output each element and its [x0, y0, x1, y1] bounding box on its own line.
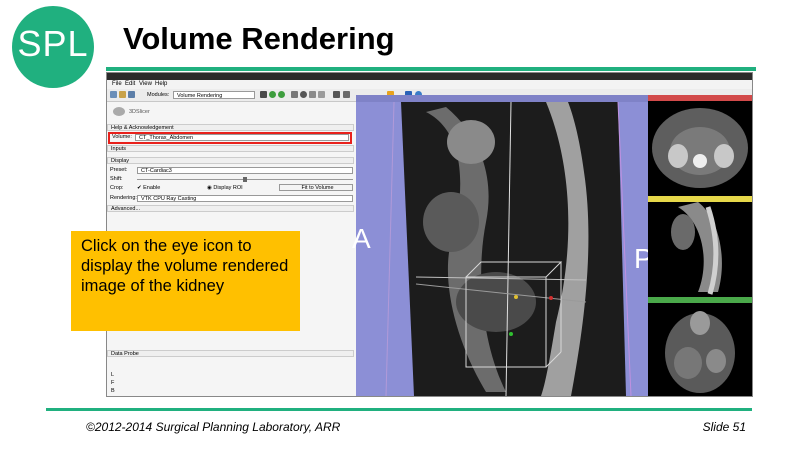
window-titlebar [107, 73, 752, 80]
red-slice-view[interactable] [648, 101, 752, 195]
data-probe-label: Data Probe [111, 351, 139, 357]
grid-icon[interactable] [309, 91, 316, 98]
green-slice-view[interactable] [648, 303, 752, 396]
mouse-mode-icon[interactable] [333, 91, 340, 98]
sphere-icon[interactable] [300, 91, 307, 98]
bottom-divider [46, 408, 752, 411]
display-roi-label: Display ROI [213, 185, 243, 191]
menu-bar: File Edit View Help [107, 80, 752, 89]
rendering-label: Rendering: [110, 195, 137, 201]
shift-label: Shift: [110, 176, 123, 182]
rendering-selector-value: VTK CPU Ray Casting [141, 196, 197, 202]
slide-title: Volume Rendering [123, 21, 395, 56]
3d-view[interactable] [356, 101, 648, 396]
dcm-icon[interactable] [119, 91, 126, 98]
volume-highlight-box [108, 132, 352, 144]
spl-logo: SPL [12, 6, 94, 88]
crop-enable-label: Enable [143, 185, 161, 191]
slide-number: Slide 51 [702, 420, 746, 434]
modules-label: Modules: [147, 92, 170, 98]
inputs-section-label: Inputs [111, 146, 126, 152]
orientation-label-a: A [352, 223, 371, 254]
menu-help[interactable]: Help [155, 81, 167, 87]
orientation-l: L [111, 372, 115, 378]
module-selector[interactable]: Volume Rendering [173, 91, 255, 99]
back-icon[interactable] [269, 91, 276, 98]
menu-view[interactable]: View [139, 81, 152, 87]
help-section[interactable]: Help & Acknowledgement [107, 124, 354, 131]
forward-icon[interactable] [278, 91, 285, 98]
copyright-footer: ©2012-2014 Surgical Planning Laboratory,… [86, 420, 341, 434]
display-section-label: Display [111, 158, 130, 164]
crop-enable-checkbox[interactable]: ✔ Enable [137, 185, 160, 192]
rendering-selector[interactable]: VTK CPU Ray Casting [137, 195, 353, 202]
display-section[interactable]: Display [107, 157, 354, 164]
module-selector-value: Volume Rendering [177, 93, 223, 99]
crosshair-icon[interactable] [318, 91, 325, 98]
slice-views [648, 95, 752, 396]
slicer-logo-icon [113, 107, 125, 116]
history-icon[interactable] [260, 91, 267, 98]
save-icon[interactable] [128, 91, 135, 98]
fit-to-volume-button[interactable]: Fit to Volume [279, 184, 353, 191]
preset-selector[interactable]: CT-Cardiac3 [137, 167, 353, 174]
display-roi-toggle[interactable]: ◉ Display ROI [207, 185, 243, 192]
eye-icon[interactable]: ◉ [207, 185, 212, 191]
yellow-slice-view[interactable] [648, 202, 752, 296]
orientation-f: F [111, 380, 115, 386]
orientation-b: B [111, 388, 115, 394]
3d-view-bar [356, 95, 648, 102]
menu-file[interactable]: File [112, 81, 122, 87]
shift-slider-handle[interactable] [243, 177, 247, 182]
crop-label: Crop: [110, 185, 124, 191]
advanced-section-label: Advanced... [111, 206, 141, 212]
load-data-icon[interactable] [110, 91, 117, 98]
callout-box: Click on the eye icon to display the vol… [71, 231, 300, 331]
advanced-section[interactable]: Advanced... [107, 205, 354, 212]
layout-icon[interactable] [291, 91, 298, 98]
slicer-logo-text: 3DSlicer [129, 109, 150, 115]
data-probe-section[interactable]: Data Probe [107, 350, 354, 357]
volume-render-image [356, 101, 648, 396]
preset-label: Preset: [110, 167, 128, 173]
spl-logo-text: SPL [17, 23, 89, 64]
top-divider [106, 67, 756, 71]
preset-selector-value: CT-Cardiac3 [141, 168, 172, 174]
fit-to-volume-label: Fit to Volume [301, 185, 334, 191]
inputs-section[interactable]: Inputs [107, 145, 354, 152]
view-layout-icon[interactable] [343, 91, 350, 98]
help-section-label: Help & Acknowledgement [111, 125, 174, 131]
menu-edit[interactable]: Edit [125, 81, 135, 87]
